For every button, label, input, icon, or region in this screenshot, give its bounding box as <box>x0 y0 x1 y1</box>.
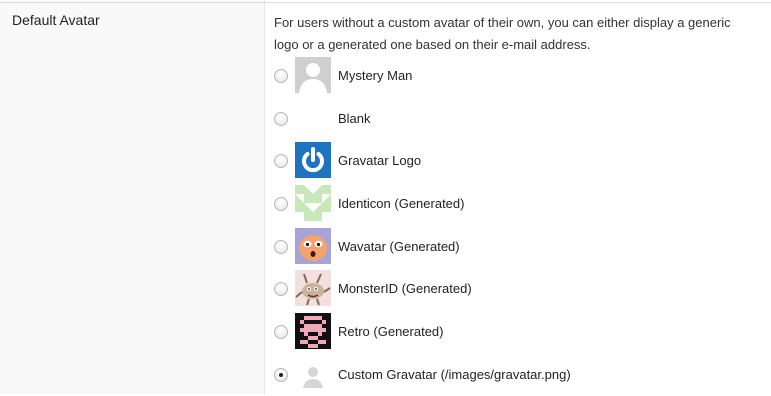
mystery-man-radio[interactable] <box>274 69 288 83</box>
field-label-column <box>0 0 265 394</box>
default-avatar-description: For users without a custom avatar of the… <box>274 12 771 56</box>
blank-label: Blank <box>338 111 371 126</box>
custom-gravatar-label: Custom Gravatar (/images/gravatar.png) <box>338 367 571 382</box>
avatar-option-custom-gravatar[interactable]: Custom Gravatar (/images/gravatar.png) <box>274 356 754 396</box>
gravatar-logo-radio[interactable] <box>274 154 288 168</box>
description-line-2: logo or a generated one based on their e… <box>274 37 591 52</box>
default-avatar-label: Default Avatar <box>12 12 100 28</box>
gravatar-logo-label: Gravatar Logo <box>338 153 422 168</box>
avatar-option-mystery-man[interactable]: Mystery Man <box>274 57 754 97</box>
identicon-avatar-icon <box>295 185 331 221</box>
avatar-option-blank[interactable]: Blank <box>274 100 754 140</box>
mystery-man-avatar-icon <box>295 57 331 93</box>
monsterid-avatar-icon <box>295 270 331 306</box>
avatar-option-retro[interactable]: Retro (Generated) <box>274 313 754 353</box>
custom-gravatar-radio[interactable] <box>274 368 288 382</box>
blank-radio[interactable] <box>274 112 288 126</box>
monsterid-label: MonsterID (Generated) <box>338 281 472 296</box>
monsterid-radio[interactable] <box>274 282 288 296</box>
avatar-option-wavatar[interactable]: Wavatar (Generated) <box>274 228 754 268</box>
wavatar-radio[interactable] <box>274 240 288 254</box>
mystery-man-label: Mystery Man <box>338 68 413 83</box>
top-divider <box>0 2 771 3</box>
avatar-settings-panel: Default Avatar For users without a custo… <box>0 0 771 394</box>
avatar-option-identicon[interactable]: Identicon (Generated) <box>274 185 754 225</box>
avatar-option-monsterid[interactable]: MonsterID (Generated) <box>274 270 754 310</box>
custom-gravatar-avatar-icon <box>295 356 331 392</box>
gravatar-logo-avatar-icon <box>295 142 331 178</box>
retro-avatar-icon <box>295 313 331 349</box>
retro-radio[interactable] <box>274 325 288 339</box>
blank-avatar-icon <box>295 100 331 136</box>
wavatar-avatar-icon <box>295 228 331 264</box>
retro-label: Retro (Generated) <box>338 324 444 339</box>
avatar-option-gravatar-logo[interactable]: Gravatar Logo <box>274 142 754 182</box>
identicon-radio[interactable] <box>274 197 288 211</box>
wavatar-label: Wavatar (Generated) <box>338 239 460 254</box>
identicon-label: Identicon (Generated) <box>338 196 465 211</box>
description-line-1: For users without a custom avatar of the… <box>274 15 731 30</box>
